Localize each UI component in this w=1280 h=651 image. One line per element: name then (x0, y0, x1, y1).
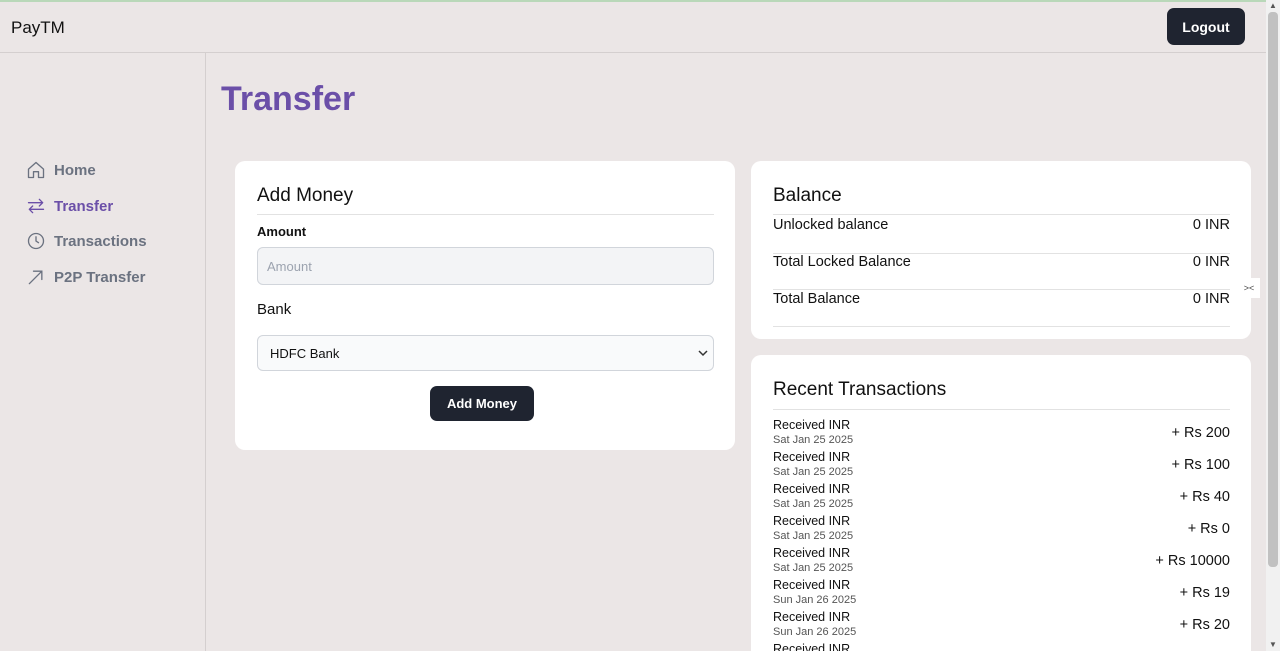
transaction-item: Received INR (773, 642, 1230, 651)
transaction-date: Sat Jan 25 2025 (773, 562, 854, 574)
scroll-up-arrow-icon[interactable]: ▲ (1268, 1, 1278, 11)
transaction-date: Sun Jan 26 2025 (773, 594, 857, 606)
transaction-title: Received INR (773, 450, 851, 464)
balance-value: 0 INR (1192, 217, 1230, 233)
balance-value: 0 INR (1192, 254, 1230, 270)
transaction-title: Received INR (773, 482, 851, 496)
transfer-arrows-icon (27, 198, 45, 214)
add-money-button[interactable]: Add Money (430, 386, 534, 421)
transaction-date: Sat Jan 25 2025 (773, 530, 854, 542)
transaction-title: Received INR (773, 514, 851, 528)
sidebar: Home Transfer Transactions P2P Transfer (0, 53, 206, 651)
sidebar-item-transfer[interactable]: Transfer (26, 195, 113, 217)
recent-transactions-card: Recent Transactions Received INR Sat Jan… (751, 355, 1251, 651)
balance-label: Unlocked balance (773, 217, 889, 233)
recent-transactions-title: Recent Transactions (773, 379, 947, 400)
bank-select[interactable]: HDFC Bank (257, 335, 714, 371)
sidebar-item-label: Transfer (54, 197, 114, 215)
extension-widget-icon[interactable]: >< (1238, 278, 1260, 298)
home-icon (27, 161, 45, 179)
bank-label: Bank (257, 301, 292, 318)
add-money-card: Add Money Amount Bank HDFC Bank Add Mone… (235, 161, 735, 450)
sidebar-item-label: Transactions (54, 232, 147, 250)
chevron-down-icon (698, 350, 708, 357)
bank-select-value: HDFC Bank (270, 345, 340, 361)
transaction-amount: + Rs 200 (1171, 425, 1230, 441)
scroll-down-arrow-icon[interactable]: ▼ (1268, 640, 1278, 650)
add-money-title: Add Money (257, 185, 354, 206)
transaction-title: Received INR (773, 578, 851, 592)
transaction-item: Received INR Sun Jan 26 2025 + Rs 20 (773, 610, 1230, 642)
transaction-amount: + Rs 10000 (1155, 553, 1230, 569)
transaction-amount: + Rs 19 (1179, 585, 1230, 601)
sidebar-item-home[interactable]: Home (26, 159, 96, 181)
transaction-title: Received INR (773, 610, 851, 624)
divider (257, 214, 714, 215)
app-header: PayTM Logout (0, 2, 1266, 53)
transaction-item: Received INR Sat Jan 25 2025 + Rs 0 (773, 514, 1230, 546)
balance-row-locked: Total Locked Balance 0 INR (773, 253, 1230, 290)
transaction-amount: + Rs 100 (1171, 457, 1230, 473)
transaction-date: Sun Jan 26 2025 (773, 626, 857, 638)
clock-icon (27, 232, 45, 250)
balance-title: Balance (773, 185, 842, 206)
transaction-title: Received INR (773, 418, 851, 432)
arrow-up-right-icon (28, 270, 43, 285)
sidebar-item-label: Home (54, 161, 96, 179)
transaction-date: Sat Jan 25 2025 (773, 434, 854, 446)
logout-button[interactable]: Logout (1167, 8, 1245, 45)
balance-label: Total Balance (773, 291, 861, 307)
balance-label: Total Locked Balance (773, 254, 911, 270)
divider (773, 214, 1230, 215)
transaction-item: Received INR Sun Jan 26 2025 + Rs 19 (773, 578, 1230, 610)
transaction-item: Received INR Sat Jan 25 2025 + Rs 10000 (773, 546, 1230, 578)
amount-label: Amount (257, 224, 307, 239)
transaction-date: Sat Jan 25 2025 (773, 498, 854, 510)
transaction-item: Received INR Sat Jan 25 2025 + Rs 40 (773, 482, 1230, 514)
page-title: Transfer (221, 80, 356, 118)
transaction-amount: + Rs 40 (1179, 489, 1230, 505)
scrollbar-thumb[interactable] (1268, 12, 1278, 567)
sidebar-item-transactions[interactable]: Transactions (26, 230, 147, 252)
transaction-date: Sat Jan 25 2025 (773, 466, 854, 478)
balance-row-unlocked: Unlocked balance 0 INR (773, 217, 1230, 254)
transaction-item: Received INR Sat Jan 25 2025 + Rs 100 (773, 450, 1230, 482)
balance-value: 0 INR (1192, 291, 1230, 307)
sidebar-item-p2p-transfer[interactable]: P2P Transfer (26, 266, 145, 288)
transaction-item: Received INR Sat Jan 25 2025 + Rs 200 (773, 418, 1230, 450)
transaction-title: Received INR (773, 546, 851, 560)
transaction-title: Received INR (773, 642, 851, 651)
transaction-amount: + Rs 0 (1187, 521, 1230, 537)
sidebar-item-label: P2P Transfer (54, 268, 146, 286)
brand-logo-text: PayTM (11, 18, 65, 37)
divider (773, 409, 1230, 410)
transaction-amount: + Rs 20 (1179, 617, 1230, 633)
amount-input[interactable] (257, 247, 714, 285)
balance-card: Balance Unlocked balance 0 INR Total Loc… (751, 161, 1251, 339)
balance-row-total: Total Balance 0 INR (773, 290, 1230, 327)
